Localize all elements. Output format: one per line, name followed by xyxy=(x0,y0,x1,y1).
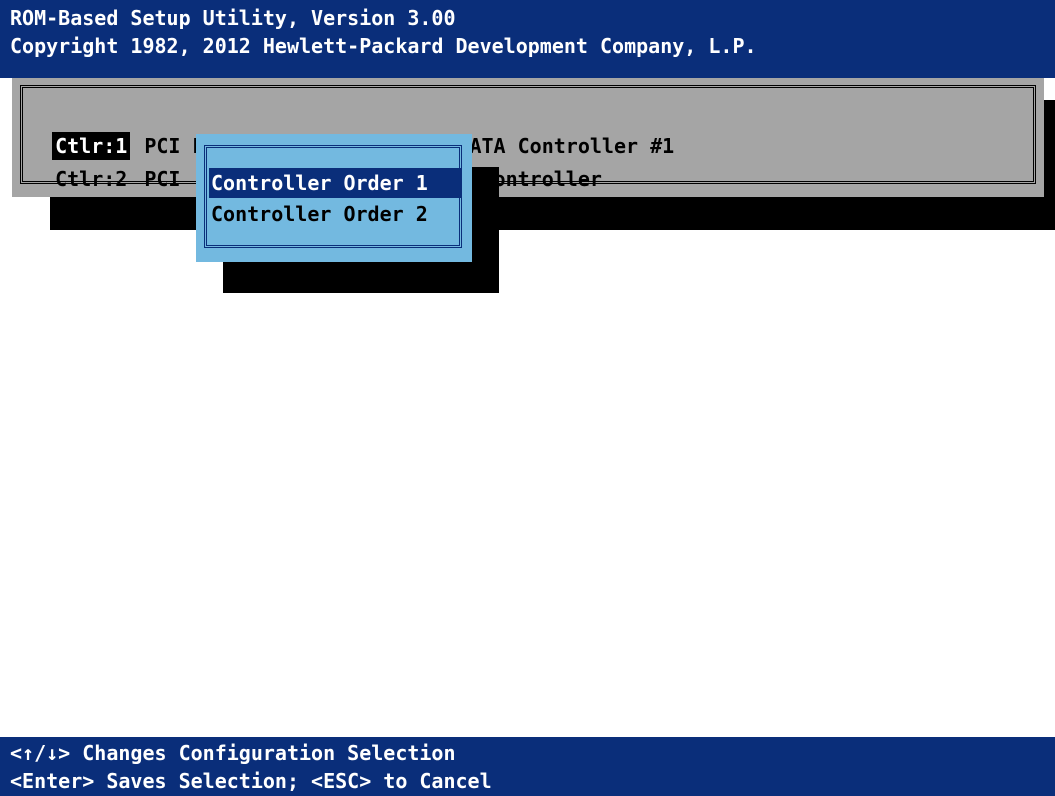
help-line-navigation: <↑/↓> Changes Configuration Selection xyxy=(10,741,456,765)
popup-shadow-right xyxy=(472,167,499,293)
controller-order-popup xyxy=(196,134,472,262)
controller-id: Ctlr:2 xyxy=(55,167,128,191)
controller-row-1[interactable]: Ctlr:1PCI Embedded AMD SP5100 SATA Contr… xyxy=(28,104,674,160)
app-title: ROM-Based Setup Utility, Version 3.00 xyxy=(10,6,456,30)
footer-bar: <↑/↓> Changes Configuration Selection <E… xyxy=(0,737,1055,796)
popup-shadow-bottom xyxy=(223,262,499,293)
copyright-text: Copyright 1982, 2012 Hewlett-Packard Dev… xyxy=(10,34,757,58)
header-bar: ROM-Based Setup Utility, Version 3.00 Co… xyxy=(0,0,1055,78)
popup-item-controller-order-1[interactable]: Controller Order 1 xyxy=(209,168,462,198)
popup-item-controller-order-2[interactable]: Controller Order 2 xyxy=(209,199,462,229)
help-line-save-cancel: <Enter> Saves Selection; <ESC> to Cancel xyxy=(10,769,492,793)
